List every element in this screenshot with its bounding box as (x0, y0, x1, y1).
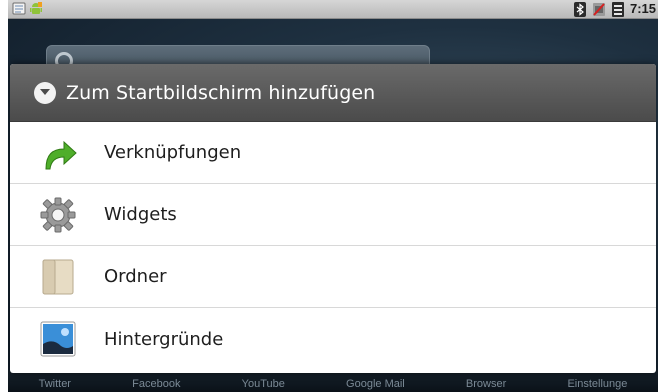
dock-label-settings[interactable]: Einstellunge (567, 378, 627, 390)
menu-item-label: Verknüpfungen (104, 142, 242, 163)
green-arrow-icon (38, 133, 78, 173)
wallpaper-icon (38, 319, 78, 359)
dock-label-facebook[interactable]: Facebook (132, 378, 180, 390)
menu-item-label: Hintergründe (104, 328, 224, 350)
dock-label-google-mail[interactable]: Google Mail (346, 378, 405, 390)
dock-label-youtube[interactable]: YouTube (242, 378, 285, 390)
menu-item-shortcuts[interactable]: Verknüpfungen (10, 122, 656, 184)
chevron-down-icon (34, 81, 56, 104)
no-sim-icon (592, 2, 605, 16)
gear-icon (38, 195, 78, 235)
menu-item-label: Widgets (104, 204, 177, 225)
dialog-title: Zum Startbildschirm hinzufügen (66, 81, 376, 104)
notes-icon[interactable] (12, 1, 26, 16)
android-icon[interactable] (29, 1, 43, 16)
add-to-home-dialog: Zum Startbildschirm hinzufügen Verknüpfu… (10, 64, 656, 373)
folder-icon (38, 257, 78, 297)
dock-labels: Twitter Facebook YouTube Google Mail Bro… (8, 378, 658, 390)
menu-item-label: Ordner (104, 266, 167, 287)
dialog-header: Zum Startbildschirm hinzufügen (10, 64, 656, 122)
menu-item-folders[interactable]: Ordner (10, 246, 656, 308)
android-screen: 7:15 Twitter Facebook YouTube Google Mai… (8, 0, 658, 392)
wifi-icon (611, 1, 624, 17)
dock-label-browser[interactable]: Browser (466, 378, 506, 390)
menu-item-wallpapers[interactable]: Hintergründe (10, 308, 656, 370)
clock: 7:15 (629, 1, 656, 16)
status-bar-left (12, 1, 43, 16)
bluetooth-icon (573, 1, 586, 17)
menu-item-widgets[interactable]: Widgets (10, 184, 656, 246)
app-dock: Twitter Facebook YouTube Google Mail Bro… (8, 370, 658, 392)
dock-label-twitter[interactable]: Twitter (39, 378, 71, 390)
status-bar-right: 7:15 (573, 1, 656, 17)
status-bar: 7:15 (8, 0, 658, 19)
